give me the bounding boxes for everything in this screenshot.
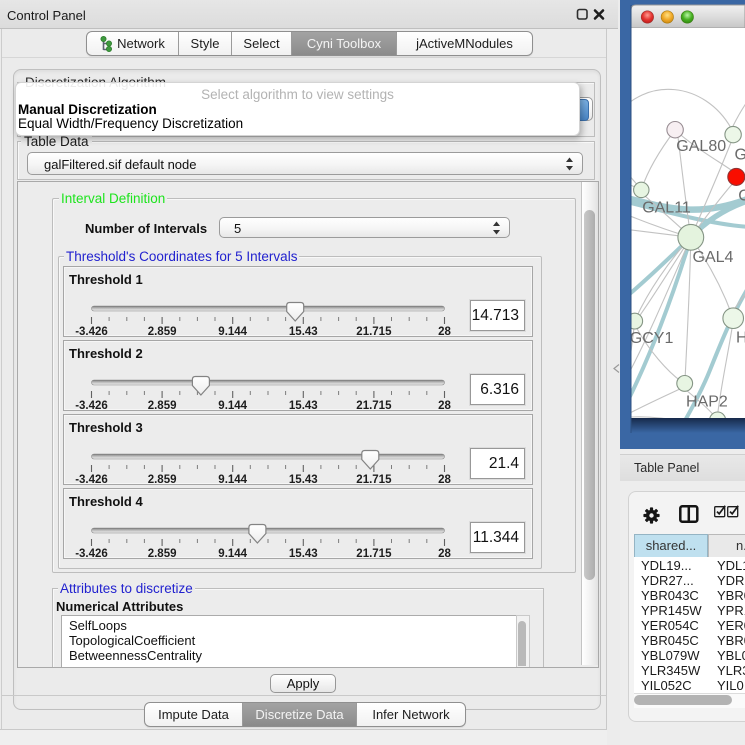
svg-text:28: 28 <box>438 400 451 412</box>
svg-text:15.43: 15.43 <box>289 548 318 560</box>
svg-text:-3.426: -3.426 <box>75 474 108 486</box>
svg-text:C: C <box>738 188 745 205</box>
svg-text:-3.426: -3.426 <box>75 400 108 412</box>
svg-text:15.43: 15.43 <box>289 326 318 338</box>
svg-text:2.859: 2.859 <box>148 326 177 338</box>
svg-text:21.715: 21.715 <box>356 326 392 338</box>
svg-text:28: 28 <box>438 474 451 486</box>
svg-text:HAP2: HAP2 <box>686 394 728 411</box>
svg-text:9.144: 9.144 <box>218 474 247 486</box>
svg-text:15.43: 15.43 <box>289 474 318 486</box>
svg-text:9.144: 9.144 <box>218 400 247 412</box>
svg-text:15.43: 15.43 <box>289 400 318 412</box>
svg-text:21.715: 21.715 <box>356 548 392 560</box>
svg-text:GCY1: GCY1 <box>630 330 674 347</box>
svg-text:2.859: 2.859 <box>148 474 177 486</box>
svg-text:GAL80: GAL80 <box>676 138 726 155</box>
svg-text:28: 28 <box>438 548 451 560</box>
svg-text:21.715: 21.715 <box>356 400 392 412</box>
svg-text:GAL4: GAL4 <box>693 249 734 266</box>
svg-text:2.859: 2.859 <box>148 548 177 560</box>
svg-text:-3.426: -3.426 <box>75 548 108 560</box>
svg-text:H: H <box>736 330 745 347</box>
svg-text:-3.426: -3.426 <box>75 326 108 338</box>
svg-text:9.144: 9.144 <box>218 326 247 338</box>
svg-text:21.715: 21.715 <box>356 474 392 486</box>
svg-text:2.859: 2.859 <box>148 400 177 412</box>
svg-text:GAL11: GAL11 <box>642 200 691 217</box>
svg-text:28: 28 <box>438 326 451 338</box>
svg-text:GA: GA <box>735 147 745 164</box>
svg-text:9.144: 9.144 <box>218 548 247 560</box>
